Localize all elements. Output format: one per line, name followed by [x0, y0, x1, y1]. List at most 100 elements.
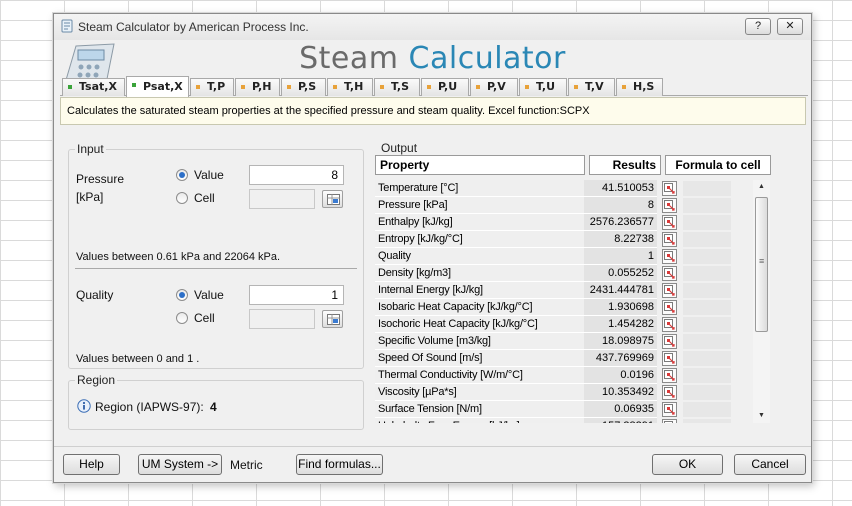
pressure-cell-input[interactable]: [249, 189, 315, 209]
tab-tsat-x[interactable]: Tsat,X: [62, 78, 125, 96]
tab-p-s[interactable]: P,S: [281, 78, 326, 96]
quality-cell-radio-label[interactable]: Cell: [194, 311, 215, 325]
result-cell: 10.353492: [584, 384, 657, 401]
quality-cell-input[interactable]: [249, 309, 315, 329]
target-cell-field[interactable]: [683, 232, 731, 247]
region-group: Region Region (IAPWS-97): 4: [68, 373, 364, 430]
close-button[interactable]: ✕: [777, 18, 803, 35]
target-cell-field[interactable]: [683, 419, 731, 423]
tab-label: P,S: [298, 80, 317, 93]
tab-label: T,S: [391, 80, 410, 93]
table-row: Enthalpy [kJ/kg] 2576.236577: [375, 214, 759, 231]
quality-cell-picker-button[interactable]: [322, 310, 343, 328]
scroll-up-icon[interactable]: ▲: [753, 181, 770, 193]
target-cell-field[interactable]: [683, 283, 731, 298]
target-cell-field[interactable]: [683, 198, 731, 213]
formula-to-cell-button[interactable]: [662, 283, 677, 298]
tab-t-s[interactable]: T,S: [374, 78, 420, 96]
ok-button[interactable]: OK: [652, 454, 723, 475]
tab-t-p[interactable]: T,P: [190, 78, 234, 96]
target-cell-field[interactable]: [683, 334, 731, 349]
table-row: Helmholtz Free Energy [kJ/kg]157.38291: [375, 418, 759, 423]
target-cell-field[interactable]: [683, 181, 731, 196]
formula-to-cell-button[interactable]: [662, 419, 677, 423]
target-cell-field[interactable]: [683, 266, 731, 281]
pressure-value-radio-label[interactable]: Value: [194, 168, 224, 182]
tab-p-v[interactable]: P,V: [470, 78, 518, 96]
target-cell-field[interactable]: [683, 317, 731, 332]
scroll-thumb[interactable]: ≡: [755, 197, 768, 332]
formula-to-cell-button[interactable]: [662, 351, 677, 366]
formula-to-cell-button[interactable]: [662, 317, 677, 332]
result-cell: 8.22738: [584, 231, 657, 248]
quality-value-radio[interactable]: [176, 289, 188, 301]
target-cell-field[interactable]: [683, 351, 731, 366]
formula-to-cell-button[interactable]: [662, 198, 677, 213]
formula-to-cell-button[interactable]: [662, 300, 677, 315]
region-group-label: Region: [75, 373, 118, 387]
formula-to-cell-icon: [664, 251, 675, 262]
tab-label: Psat,X: [143, 80, 183, 93]
formula-to-cell-button[interactable]: [662, 232, 677, 247]
title-bar[interactable]: Steam Calculator by American Process Inc…: [54, 14, 811, 40]
tab-p-u[interactable]: P,U: [421, 78, 469, 96]
pressure-value-input[interactable]: 8: [249, 165, 344, 185]
tab-t-v[interactable]: T,V: [568, 78, 615, 96]
cell-picker-icon: [327, 194, 340, 205]
tab-bullet-icon: [132, 83, 136, 87]
help-button[interactable]: Help: [63, 454, 120, 475]
target-cell-field[interactable]: [683, 300, 731, 315]
property-cell: Quality: [375, 248, 584, 265]
tab-bullet-icon: [196, 85, 200, 89]
input-separator: [75, 268, 357, 269]
formula-to-cell-button[interactable]: [662, 249, 677, 264]
target-cell-field[interactable]: [683, 385, 731, 400]
formula-to-cell-button[interactable]: [662, 215, 677, 230]
property-cell: Specific Volume [m3/kg]: [375, 333, 584, 350]
formula-to-cell-button[interactable]: [662, 402, 677, 417]
tab-psat-x[interactable]: Psat,X: [126, 76, 189, 97]
find-formulas-button[interactable]: Find formulas...: [296, 454, 383, 475]
table-row: Speed Of Sound [m/s] 437.769969: [375, 350, 759, 367]
results-table[interactable]: Temperature [°C] 41.510053 Pressure [kPa] 8…: [375, 180, 759, 423]
result-cell: 437.769969: [584, 350, 657, 367]
target-cell-field[interactable]: [683, 249, 731, 264]
help-title-button[interactable]: ?: [745, 18, 771, 35]
property-cell: Enthalpy [kJ/kg]: [375, 214, 584, 231]
table-row: Thermal Conductivity [W/m/°C] 0.0196: [375, 367, 759, 384]
formula-to-cell-button[interactable]: [662, 181, 677, 196]
formula-to-cell-button[interactable]: [662, 385, 677, 400]
pressure-cell-radio[interactable]: [176, 192, 188, 204]
formula-to-cell-button[interactable]: [662, 368, 677, 383]
quality-cell-radio[interactable]: [176, 312, 188, 324]
target-cell-field[interactable]: [683, 215, 731, 230]
target-cell-field[interactable]: [683, 402, 731, 417]
quality-value-radio-label[interactable]: Value: [194, 288, 224, 302]
pressure-cell-picker-button[interactable]: [322, 190, 343, 208]
um-system-button[interactable]: UM System ->: [138, 454, 222, 475]
formula-to-cell-button[interactable]: [662, 334, 677, 349]
input-group-label: Input: [75, 142, 106, 156]
result-cell: 0.0196: [584, 367, 657, 384]
scroll-down-icon[interactable]: ▼: [753, 410, 770, 422]
pressure-value-radio[interactable]: [176, 169, 188, 181]
tab-t-h[interactable]: T,H: [327, 78, 373, 96]
quality-value-input[interactable]: 1: [249, 285, 344, 305]
cancel-button[interactable]: Cancel: [734, 454, 806, 475]
property-cell: Isobaric Heat Capacity [kJ/kg/°C]: [375, 299, 584, 316]
target-cell-field[interactable]: [683, 368, 731, 383]
results-column-header: Results: [589, 155, 661, 175]
property-cell: Speed Of Sound [m/s]: [375, 350, 584, 367]
tab-bullet-icon: [241, 85, 245, 89]
table-row: Density [kg/m3] 0.055252: [375, 265, 759, 282]
tab-bullet-icon: [380, 85, 384, 89]
tab-p-h[interactable]: P,H: [235, 78, 280, 96]
window-title: Steam Calculator by American Process Inc…: [78, 20, 309, 34]
tab-h-s[interactable]: H,S: [616, 78, 663, 96]
pressure-range-text: Values between 0.61 kPa and 22064 kPa.: [76, 251, 281, 263]
results-scrollbar[interactable]: ▲ ≡ ▼: [753, 180, 770, 423]
tab-bullet-icon: [333, 85, 337, 89]
pressure-cell-radio-label[interactable]: Cell: [194, 191, 215, 205]
formula-to-cell-button[interactable]: [662, 266, 677, 281]
tab-t-u[interactable]: T,U: [519, 78, 567, 96]
